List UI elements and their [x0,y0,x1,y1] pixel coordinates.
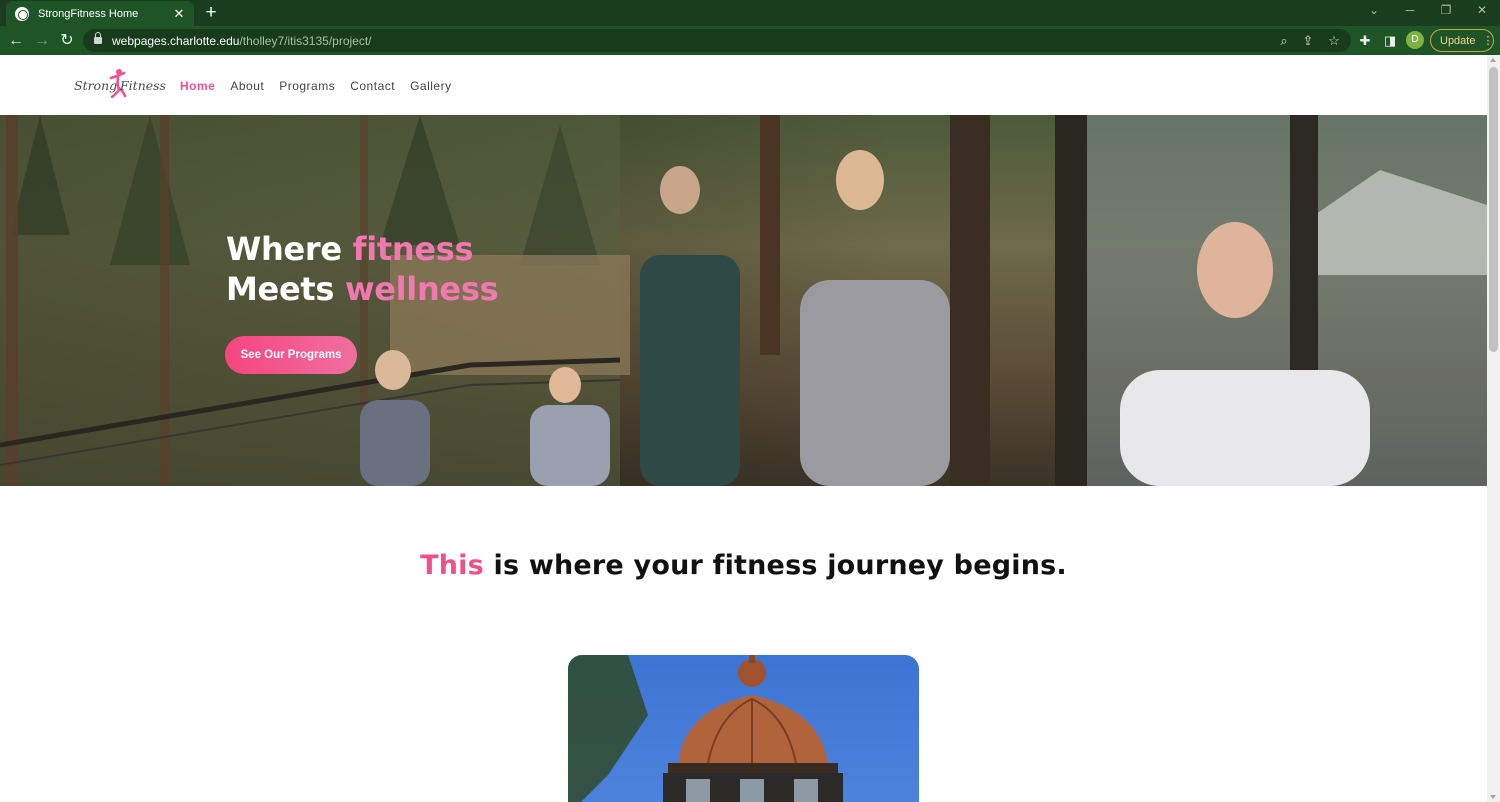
browser-toolbar: ← → ↻ webpages.charlotte.edu/tholley7/it… [0,26,1500,55]
feature-photo [568,655,919,802]
share-icon[interactable]: ⇪ [1299,33,1317,49]
hero-line2-highlight: wellness [344,270,499,308]
new-tab-button[interactable]: + [201,2,221,24]
extensions-puzzle-icon[interactable]: ✚ [1354,30,1376,52]
url-path: /tholley7/itis3135/project/ [239,33,372,48]
nav-item-programs[interactable]: Programs [279,79,335,93]
menu-kebab-icon: ⋮ [1482,35,1494,47]
see-our-programs-button[interactable]: See Our Programs [225,336,357,374]
nav-item-gallery[interactable]: Gallery [410,79,452,93]
update-button[interactable]: Update ⋮ [1430,29,1494,52]
reload-icon[interactable]: ↻ [56,30,78,52]
scroll-down-icon[interactable] [1490,795,1496,799]
main-nav: Home About Programs Contact Gallery [180,79,467,93]
intro-heading: This is where your fitness journey begin… [0,550,1487,581]
site-header: Strong Fitness Home About Programs Conta… [0,55,1487,115]
hero-line1-highlight: fitness [352,230,474,268]
tab-title: StrongFitness Home [38,7,139,20]
hero-line1-prefix: Where [226,230,353,268]
back-arrow-icon[interactable]: ← [5,30,27,52]
scrollbar-thumb[interactable] [1489,67,1498,352]
hero-photo [0,115,1487,486]
nav-item-home[interactable]: Home [180,79,215,93]
profile-avatar[interactable]: D [1406,31,1424,49]
intro-rest: is where your fitness journey begins. [483,550,1067,581]
forward-arrow-icon[interactable]: → [31,30,53,52]
url-host: webpages.charlotte.edu [112,33,240,48]
nav-item-about[interactable]: About [230,79,264,93]
address-bar[interactable]: webpages.charlotte.edu/tholley7/itis3135… [83,29,1351,52]
tab-close-icon[interactable]: ✕ [172,6,186,22]
browser-tab[interactable]: StrongFitness Home ✕ [6,1,194,26]
strongfitness-logo[interactable]: Strong Fitness [74,68,166,100]
bookmark-star-icon[interactable]: ☆ [1325,33,1343,49]
globe-icon [15,6,29,21]
tab-search-icon[interactable]: ⌄ [1364,3,1384,17]
browser-tab-strip: StrongFitness Home ✕ + ⌄ ─ ❐ ✕ [0,0,1500,26]
nav-item-contact[interactable]: Contact [350,79,395,93]
url-text: webpages.charlotte.edu/tholley7/itis3135… [112,34,372,48]
side-panel-icon[interactable]: ◨ [1379,30,1401,52]
hero-banner: Where fitness Meets wellness See Our Pro… [0,115,1487,486]
lock-icon [94,32,102,44]
window-close-icon[interactable]: ✕ [1472,3,1492,17]
web-page: Strong Fitness Home About Programs Conta… [0,55,1487,802]
minimize-icon[interactable]: ─ [1400,3,1420,17]
intro-highlight: This [420,550,484,581]
update-label: Update [1440,34,1476,47]
logo-text-fitness: Fitness [120,78,166,93]
hero-headline: Where fitness Meets wellness [226,229,499,309]
zoom-icon[interactable]: ⌕ [1275,33,1293,49]
hero-line2-prefix: Meets [226,270,345,308]
page-scrollbar[interactable] [1487,55,1500,802]
dome-photo [568,655,843,802]
restore-icon[interactable]: ❐ [1436,3,1456,17]
scroll-up-icon[interactable] [1490,58,1496,62]
